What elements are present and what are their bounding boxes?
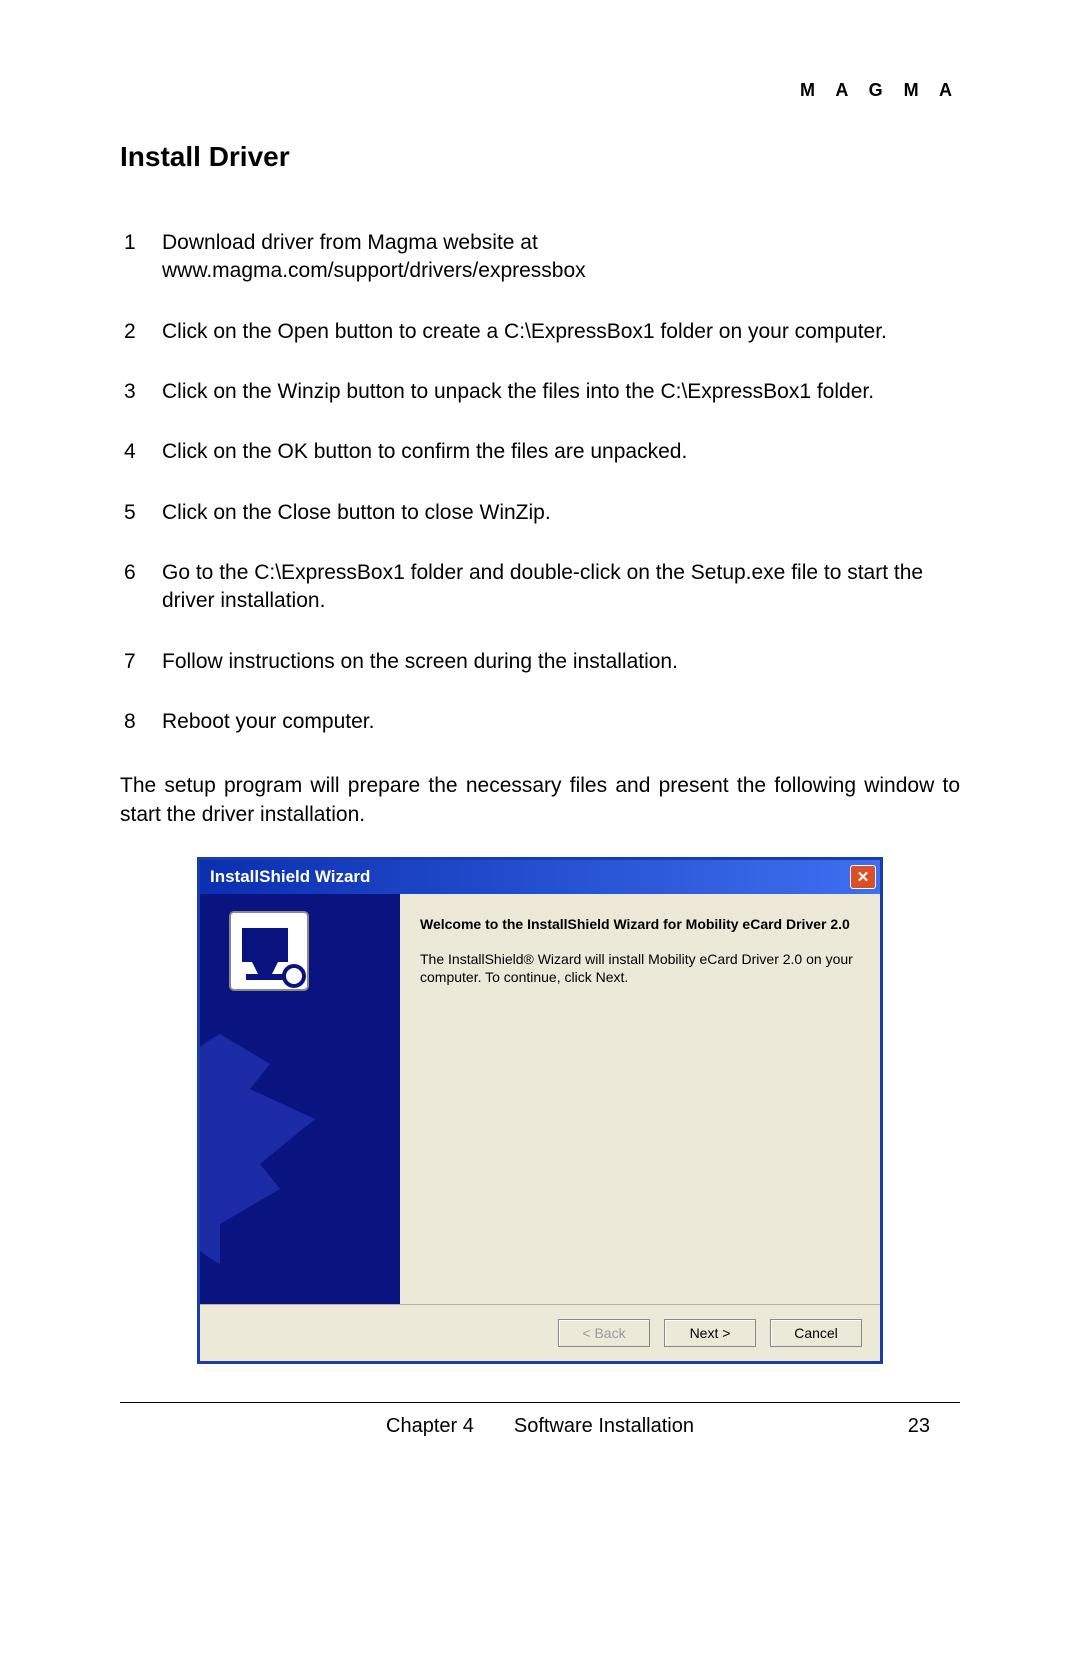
step-number: 5 xyxy=(120,483,158,543)
step-text: Reboot your computer. xyxy=(158,692,960,752)
section-title: Install Driver xyxy=(120,141,960,173)
step-row: 8Reboot your computer. xyxy=(120,692,960,752)
step-number: 3 xyxy=(120,362,158,422)
step-row: 5Click on the Close button to close WinZ… xyxy=(120,483,960,543)
close-button[interactable]: ✕ xyxy=(850,865,876,889)
dialog-content: Welcome to the InstallShield Wizard for … xyxy=(400,894,880,1304)
step-row: 1Download driver from Magma website at w… xyxy=(120,213,960,302)
footer-divider xyxy=(120,1402,960,1403)
dialog-title: InstallShield Wizard xyxy=(210,867,370,887)
step-text: Download driver from Magma website at ww… xyxy=(158,213,960,302)
step-row: 4Click on the OK button to confirm the f… xyxy=(120,422,960,482)
close-icon: ✕ xyxy=(857,868,870,886)
step-text: Click on the OK button to confirm the fi… xyxy=(158,422,960,482)
step-number: 1 xyxy=(120,213,158,302)
dialog-description: The InstallShield® Wizard will install M… xyxy=(420,950,860,986)
cancel-button[interactable]: Cancel xyxy=(770,1319,862,1347)
steps-list: 1Download driver from Magma website at w… xyxy=(120,213,960,752)
step-number: 8 xyxy=(120,692,158,752)
next-button[interactable]: Next > xyxy=(664,1319,756,1347)
step-number: 4 xyxy=(120,422,158,482)
step-text: Click on the Winzip button to unpack the… xyxy=(158,362,960,422)
step-row: 2Click on the Open button to create a C:… xyxy=(120,302,960,362)
post-steps-text: The setup program will prepare the neces… xyxy=(120,772,960,829)
step-row: 3Click on the Winzip button to unpack th… xyxy=(120,362,960,422)
dialog-sidebar-image xyxy=(200,894,400,1304)
footer-page-number: 23 xyxy=(908,1415,930,1438)
step-number: 2 xyxy=(120,302,158,362)
dialog-welcome-heading: Welcome to the InstallShield Wizard for … xyxy=(420,916,860,932)
step-row: 7Follow instructions on the screen durin… xyxy=(120,632,960,692)
step-text: Follow instructions on the screen during… xyxy=(158,632,960,692)
step-text: Click on the Close button to close WinZi… xyxy=(158,483,960,543)
footer-chapter: Chapter 4 xyxy=(386,1415,474,1438)
dialog-titlebar[interactable]: InstallShield Wizard ✕ xyxy=(200,860,880,894)
step-text: Go to the C:\ExpressBox1 folder and doub… xyxy=(158,543,960,632)
footer-section: Software Installation xyxy=(514,1415,694,1438)
back-button: < Back xyxy=(558,1319,650,1347)
brand-header: M A G M A xyxy=(120,80,960,101)
page-footer: Chapter 4 Software Installation 23 xyxy=(120,1415,960,1438)
step-text: Click on the Open button to create a C:\… xyxy=(158,302,960,362)
step-number: 6 xyxy=(120,543,158,632)
step-number: 7 xyxy=(120,632,158,692)
dialog-button-bar: < Back Next > Cancel xyxy=(200,1304,880,1361)
step-row: 6Go to the C:\ExpressBox1 folder and dou… xyxy=(120,543,960,632)
installshield-dialog: InstallShield Wizard ✕ Welcome to the In… xyxy=(197,857,883,1364)
